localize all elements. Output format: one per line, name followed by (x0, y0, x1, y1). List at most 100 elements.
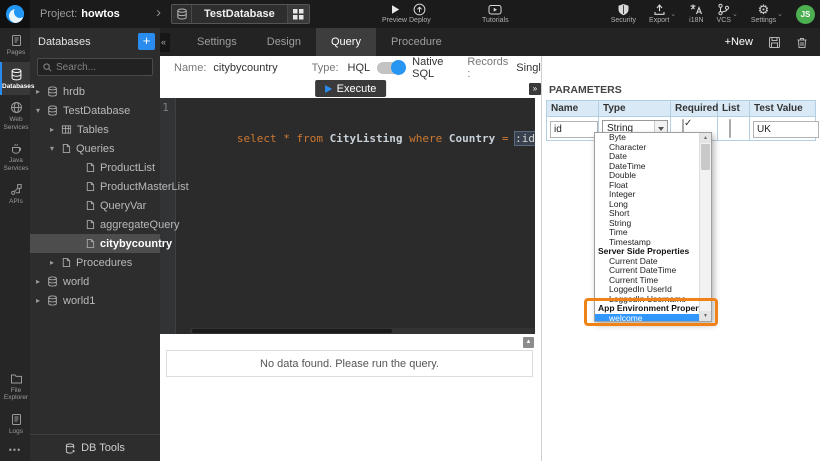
sidebar-item-web-services[interactable]: Web Services (0, 95, 30, 136)
tree-item[interactable]: aggregateQuery (30, 215, 160, 234)
deploy-icon (413, 3, 426, 16)
sidebar-item-java-services[interactable]: Java Services (0, 136, 30, 177)
grid-view-icon[interactable] (287, 5, 309, 23)
expand-caret-icon[interactable] (36, 277, 47, 286)
database-icon (47, 105, 58, 116)
list-checkbox[interactable] (729, 119, 731, 138)
db-tools-button[interactable]: DB Tools (30, 434, 160, 461)
search-placeholder: Search... (56, 62, 96, 73)
sidebar-item-logs[interactable]: Logs (0, 407, 30, 441)
tree-item[interactable]: Queries (30, 139, 160, 158)
tree-item[interactable]: Procedures (30, 253, 160, 272)
more-menu-button[interactable]: ••• (0, 440, 30, 461)
security-button[interactable]: Security (611, 3, 636, 24)
parameters-title: PARAMETERS (549, 84, 622, 96)
tab[interactable]: Settings (182, 28, 252, 56)
code-token: from (297, 132, 324, 145)
tree-item-label: QueryVar (100, 200, 146, 212)
expand-caret-icon[interactable] (50, 125, 61, 134)
tree-item[interactable]: ProductMasterList (30, 177, 160, 196)
type-toggle[interactable] (377, 62, 405, 74)
expand-parameters-button[interactable]: » (529, 83, 541, 95)
tree-item[interactable]: QueryVar (30, 196, 160, 215)
delete-button[interactable] (796, 36, 808, 49)
tree-item[interactable]: ProductList (30, 158, 160, 177)
tree-item[interactable]: TestDatabase (30, 101, 160, 120)
type-option-native-sql[interactable]: Native SQL (412, 56, 443, 80)
user-avatar[interactable]: JS (796, 5, 815, 24)
code-token: :id (515, 132, 535, 145)
java-services-coffee-icon (10, 142, 23, 155)
tree-item-label: ProductList (100, 162, 155, 174)
tree-item-label: citybycountry (100, 238, 172, 250)
database-selector[interactable]: TestDatabase (171, 4, 310, 24)
scroll-up-icon[interactable]: ▲ (700, 133, 711, 143)
new-query-button[interactable]: +New (725, 36, 753, 48)
breadcrumb-chevron-icon: › (156, 4, 161, 21)
database-icon (172, 5, 192, 23)
records-label: Records : (467, 56, 508, 80)
sidebar-item-file-explorer[interactable]: File Explorer (0, 366, 30, 407)
export-button[interactable]: Export (649, 3, 669, 24)
i18n-button[interactable]: i18N (689, 3, 703, 24)
preview-play-icon (388, 3, 401, 16)
trash-icon (796, 36, 808, 49)
vcs-caret-icon[interactable]: ⌄ (732, 10, 738, 18)
editor-gutter: 1 (160, 98, 176, 334)
file-icon (85, 219, 95, 230)
param-test-value-input[interactable] (753, 121, 819, 138)
name-label: Name: (174, 62, 206, 74)
tree-item[interactable]: world1 (30, 291, 160, 310)
scrollbar-thumb[interactable] (701, 144, 710, 170)
export-caret-icon[interactable]: ⌄ (670, 10, 676, 18)
column-header: Type (599, 101, 671, 117)
param-name-input[interactable] (550, 121, 598, 138)
tab[interactable]: Query (316, 28, 376, 56)
tree-item[interactable]: citybycountry (30, 234, 160, 253)
settings-caret-icon[interactable]: ⌄ (777, 10, 783, 18)
wavemaker-logo[interactable] (0, 0, 30, 28)
vcs-button[interactable]: VCS (717, 3, 731, 24)
expand-caret-icon[interactable] (36, 87, 47, 96)
sql-code-line[interactable]: select * from CityListing where Country … (176, 98, 535, 334)
top-bar: Project:howtos › TestDatabase Preview De… (0, 0, 820, 28)
tree-item[interactable]: world (30, 272, 160, 291)
dropdown-scrollbar[interactable]: ▲ ▼ (699, 133, 711, 321)
expand-caret-icon[interactable] (50, 144, 61, 153)
hscrollbar-thumb[interactable] (192, 329, 392, 333)
file-icon (85, 162, 95, 173)
execute-button[interactable]: Execute (315, 80, 387, 97)
collapse-results-button[interactable]: ▲ (523, 337, 534, 348)
sidebar-item-apis[interactable]: APIs (0, 177, 30, 211)
save-button[interactable] (768, 36, 781, 49)
dropdown-option[interactable]: welcome (595, 314, 699, 322)
code-token: * (283, 132, 290, 145)
preview-button[interactable]: Preview (382, 3, 407, 24)
code-token: = (495, 132, 515, 145)
tree-item[interactable]: hrdb (30, 82, 160, 101)
type-option-hql[interactable]: HQL (348, 62, 371, 74)
execute-label: Execute (337, 83, 377, 95)
add-database-button[interactable]: + (138, 33, 155, 50)
deploy-button[interactable]: Deploy (409, 3, 431, 24)
expand-caret-icon[interactable] (36, 106, 47, 115)
tab[interactable]: Design (252, 28, 316, 56)
tree-item[interactable]: Tables (30, 120, 160, 139)
i18n-translate-icon (689, 3, 703, 16)
sidebar-item-databases[interactable]: Databases (0, 62, 30, 96)
type-label: Type: (312, 62, 339, 74)
tree-item-label: Tables (77, 124, 109, 136)
settings-button[interactable]: ⚙ Settings (751, 3, 776, 24)
sidebar-item-pages[interactable]: Pages (0, 28, 30, 62)
scroll-down-icon[interactable]: ▼ (700, 311, 711, 321)
search-input[interactable]: Search... (37, 58, 153, 76)
main-area: « Settings Design Query Procedure +New (160, 28, 820, 461)
file-icon (85, 200, 95, 211)
tree-item-label: Procedures (76, 257, 132, 269)
query-name-value: citybycountry (213, 62, 277, 74)
expand-caret-icon[interactable] (36, 296, 47, 305)
tutorials-button[interactable]: Tutorials (482, 3, 509, 24)
sql-editor[interactable]: 1 select * from CityListing where Countr… (160, 98, 535, 334)
tab[interactable]: Procedure (376, 28, 457, 56)
expand-caret-icon[interactable] (50, 258, 61, 267)
